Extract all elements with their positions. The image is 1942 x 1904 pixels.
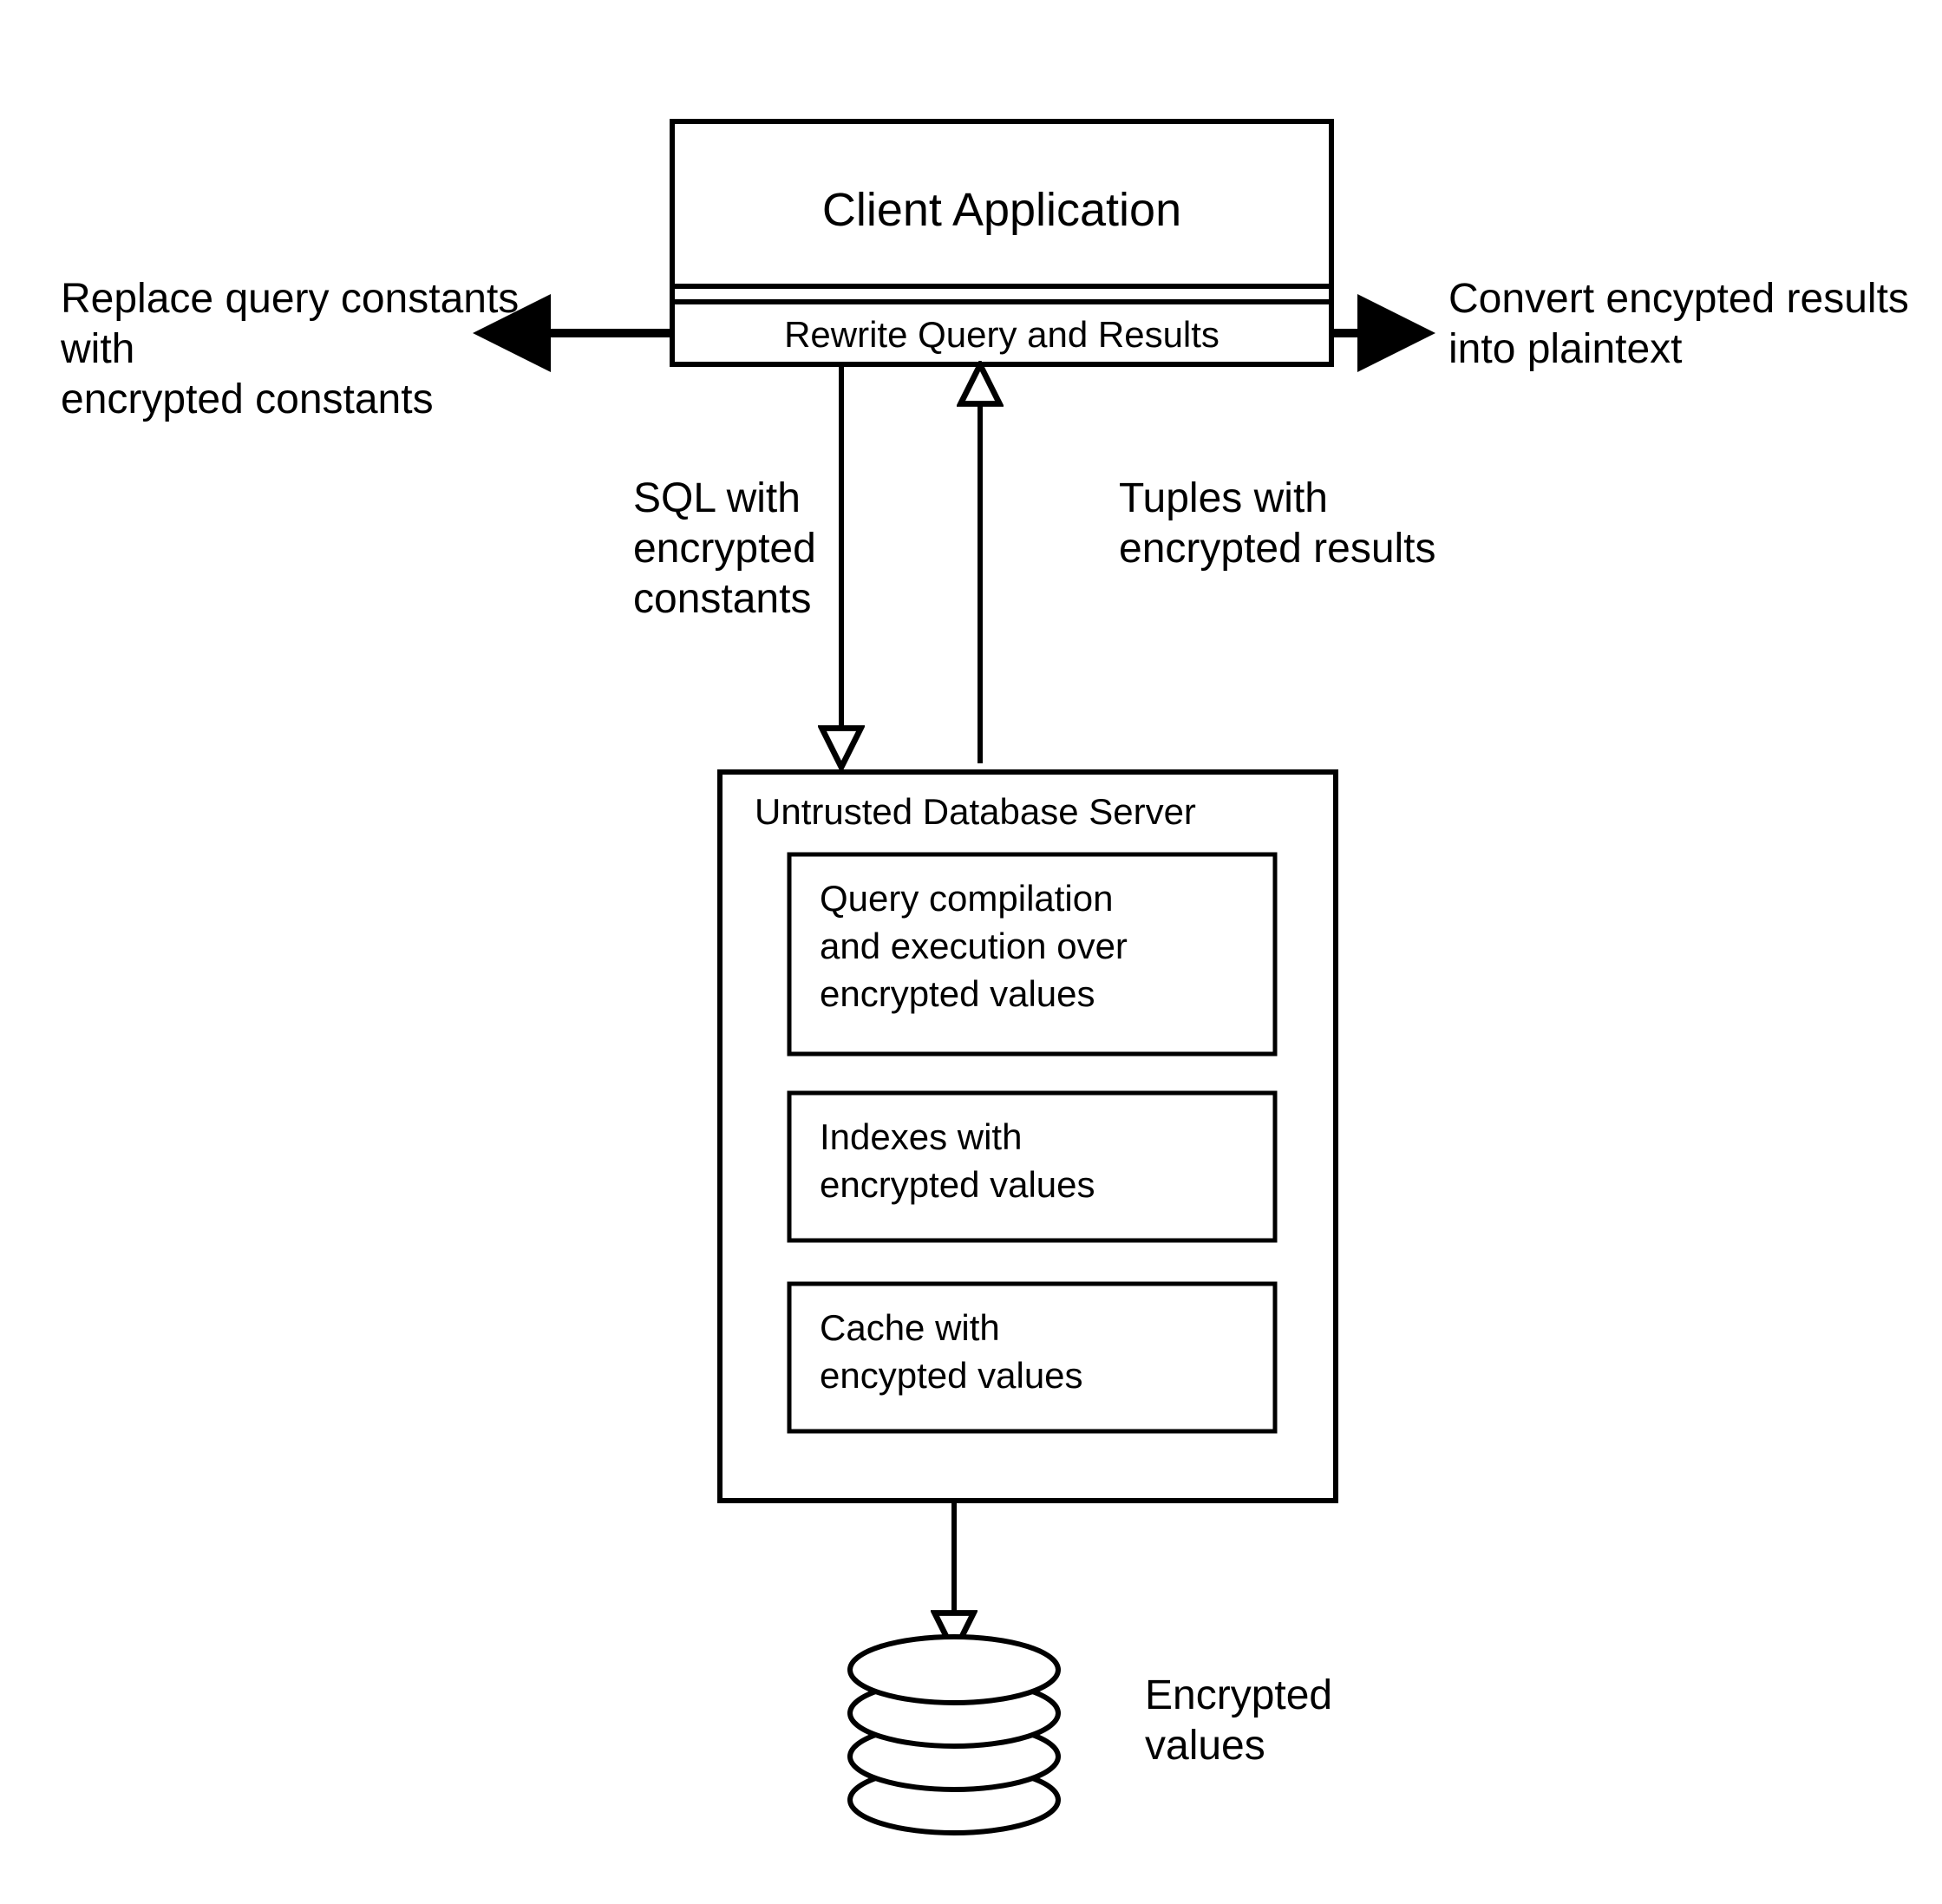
storage-label: Encrypted values [1145,1672,1332,1769]
server-box2-l1: Indexes with [820,1116,1022,1157]
svg-text:encrypted results: encrypted results [1119,526,1436,572]
flow-down-label: SQL with encrypted constants [633,475,816,622]
left-annotation: Replace query constants with encrypted c… [60,276,519,422]
server-box2-l2: encrypted values [820,1164,1095,1205]
svg-text:values: values [1145,1723,1265,1769]
svg-text:encrypted constants: encrypted constants [61,376,434,422]
svg-text:encrypted: encrypted [633,526,816,572]
svg-text:Convert encypted results: Convert encypted results [1448,276,1909,322]
svg-text:Tuples with: Tuples with [1119,475,1328,521]
svg-text:Replace query constants: Replace query constants [61,276,519,322]
server-block: Untrusted Database Server Query compilat… [720,772,1336,1501]
server-box1-l3: encrypted values [820,973,1095,1014]
flow-up-label: Tuples with encrypted results [1119,475,1436,572]
client-subtitle: Rewrite Query and Results [784,314,1219,355]
server-box3-l1: Cache with [820,1307,1000,1348]
svg-text:Encrypted: Encrypted [1145,1672,1332,1718]
architecture-diagram: Client Application Rewrite Query and Res… [0,0,1942,1904]
right-annotation: Convert encypted results into plaintext [1448,276,1909,372]
server-title: Untrusted Database Server [755,791,1196,832]
server-box1-l2: and execution over [820,926,1128,966]
svg-text:SQL with: SQL with [633,475,801,521]
storage-icon [850,1637,1058,1833]
svg-text:into plaintext: into plaintext [1448,326,1683,372]
client-title: Client Application [822,184,1181,236]
client-block: Client Application Rewrite Query and Res… [672,121,1331,364]
svg-text:constants: constants [633,576,811,622]
server-box1-l1: Query compilation [820,878,1113,919]
svg-text:with: with [60,326,134,372]
server-box3-l2: encypted values [820,1355,1083,1396]
